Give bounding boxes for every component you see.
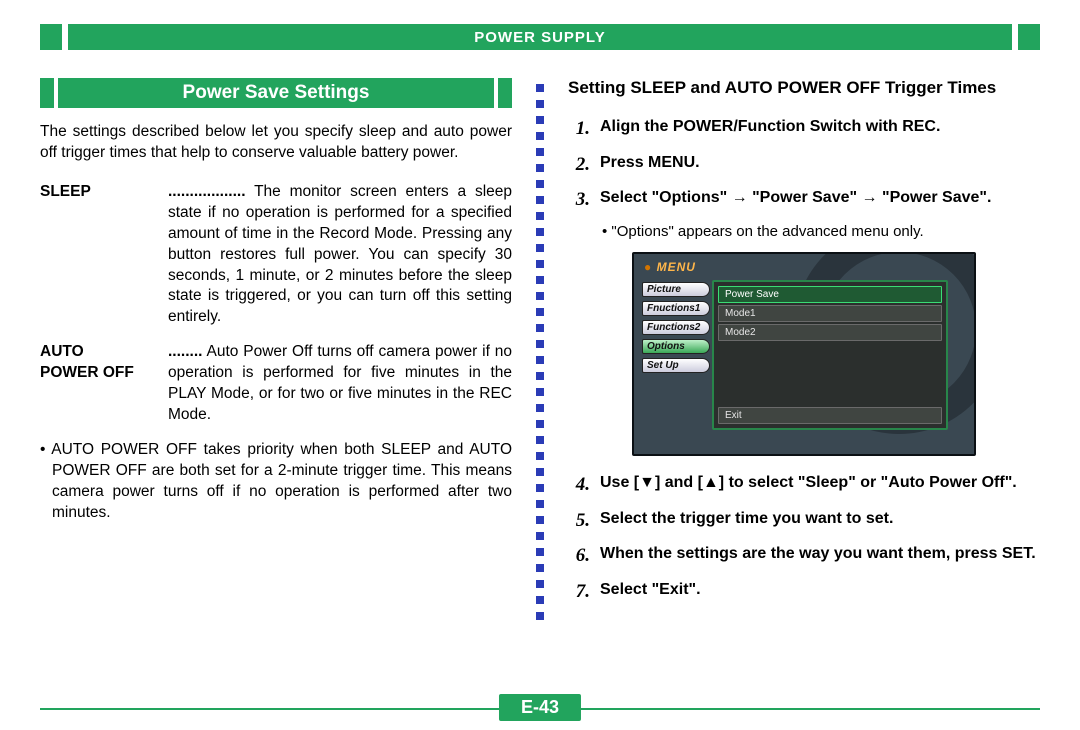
step-text: Select "Options" → "Power Save" → "Power…	[600, 187, 1040, 213]
step-number: 1.	[568, 116, 590, 142]
step-4: 4. Use [▼] and [▲] to select "Sleep" or …	[568, 472, 1040, 498]
step-number: 7.	[568, 579, 590, 605]
menu-exit: Exit	[718, 407, 942, 424]
menu-tab: Set Up	[642, 358, 710, 373]
header-cap-left	[40, 24, 62, 50]
step-text: Align the POWER/Function Switch with REC…	[600, 116, 1040, 142]
step-6: 6. When the settings are the way you wan…	[568, 543, 1040, 569]
definition-term: AUTO POWER OFF	[40, 342, 168, 426]
definition-text: .................. The monitor screen en…	[168, 183, 512, 326]
left-column: Power Save Settings The settings describ…	[40, 78, 512, 638]
intro-paragraph: The settings described below let you spe…	[40, 122, 512, 164]
step-text: Use [▼] and [▲] to select "Sleep" or "Au…	[600, 472, 1040, 498]
menu-item: Mode2	[718, 324, 942, 341]
menu-tab: Fnuctions1	[642, 301, 710, 316]
page-number: E-43	[499, 694, 581, 721]
menu-tabs: Picture Fnuctions1 Functions2 Options Set Up	[642, 282, 710, 373]
priority-note: • AUTO POWER OFF takes priority when bot…	[40, 440, 512, 524]
camera-menu-screenshot: ● MENU Picture Fnuctions1 Functions2 Option…	[632, 252, 976, 456]
step-number: 2.	[568, 152, 590, 178]
page-footer: E-43	[40, 708, 1040, 710]
definition-sleep: SLEEP .................. The monitor scr…	[40, 182, 512, 328]
step-number: 5.	[568, 508, 590, 534]
step-number: 4.	[568, 472, 590, 498]
menu-panel: Power Save Mode1 Mode2 Exit	[712, 280, 948, 430]
step-text: Select the trigger time you want to set.	[600, 508, 1040, 534]
menu-item: Power Save	[718, 286, 942, 303]
step-number: 6.	[568, 543, 590, 569]
footer-rule: E-43	[40, 708, 1040, 710]
chapter-title: POWER SUPPLY	[68, 24, 1012, 50]
column-divider	[536, 78, 544, 638]
step-text: Select "Exit".	[600, 579, 1040, 605]
definition-term: SLEEP	[40, 182, 168, 328]
step-3-note: • "Options" appears on the advanced menu…	[602, 223, 1040, 240]
step-3: 3. Select "Options" → "Power Save" → "Po…	[568, 187, 1040, 213]
menu-tab: Options	[642, 339, 710, 354]
header-cap-right	[1018, 24, 1040, 50]
menu-tab: Picture	[642, 282, 710, 297]
menu-tab: Functions2	[642, 320, 710, 335]
step-text: When the settings are the way you want t…	[600, 543, 1040, 569]
right-column: Setting SLEEP and AUTO POWER OFF Trigger…	[568, 78, 1040, 638]
step-text: Press MENU.	[600, 152, 1040, 178]
step-5: 5. Select the trigger time you want to s…	[568, 508, 1040, 534]
definition-text: ........ Auto Power Off turns off camera…	[168, 343, 512, 423]
procedure-title: Setting SLEEP and AUTO POWER OFF Trigger…	[568, 78, 1040, 98]
section-heading: Power Save Settings	[40, 78, 512, 108]
step-number: 3.	[568, 187, 590, 213]
menu-item: Mode1	[718, 305, 942, 322]
chapter-header: POWER SUPPLY	[40, 24, 1040, 50]
section-title: Power Save Settings	[58, 78, 494, 108]
menu-header: ● MENU	[644, 260, 696, 274]
definition-auto-power-off: AUTO POWER OFF ........ Auto Power Off t…	[40, 342, 512, 426]
step-1: 1. Align the POWER/Function Switch with …	[568, 116, 1040, 142]
step-2: 2. Press MENU.	[568, 152, 1040, 178]
step-7: 7. Select "Exit".	[568, 579, 1040, 605]
